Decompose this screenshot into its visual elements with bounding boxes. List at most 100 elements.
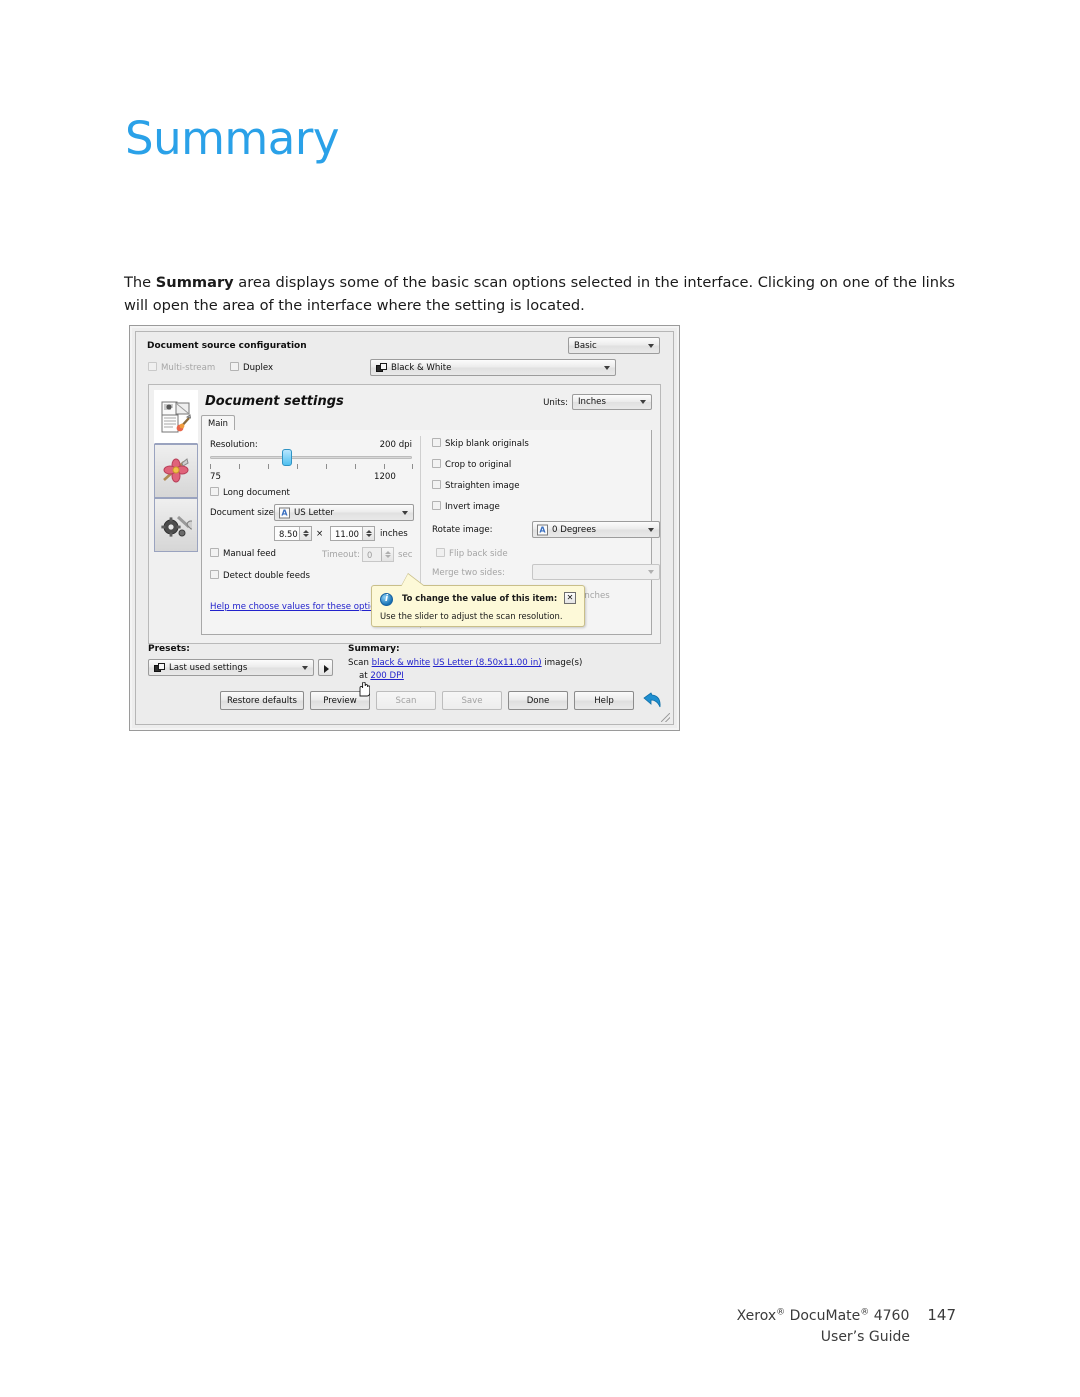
- document-settings-panel: Document settings Units: Inches Main Res…: [148, 384, 661, 644]
- detect-double-feeds-checkbox[interactable]: [210, 570, 219, 579]
- duplex-checkbox[interactable]: [229, 362, 239, 371]
- settings-tabstrip: Main: [201, 415, 652, 431]
- manual-feed-label: Manual feed: [223, 549, 277, 559]
- close-icon[interactable]: ✕: [564, 592, 576, 604]
- summary-line-two: at 200 DPI: [348, 670, 582, 682]
- help-button[interactable]: Help: [574, 691, 634, 710]
- long-document-checkbox-item[interactable]: Long document: [210, 487, 290, 498]
- rotate-icon: A: [537, 524, 548, 535]
- straighten-image-checkbox-item[interactable]: Straighten image: [432, 480, 520, 491]
- stepper-arrows-icon[interactable]: [362, 527, 374, 540]
- flip-back-side-checkbox[interactable]: [436, 548, 445, 557]
- multistream-checkbox[interactable]: [148, 362, 157, 371]
- straighten-image-checkbox[interactable]: [432, 480, 441, 489]
- summary-color-mode-link[interactable]: black & white: [372, 658, 431, 668]
- crop-to-original-checkbox[interactable]: [432, 459, 441, 468]
- duplex-label: Duplex: [242, 363, 274, 373]
- invert-image-label: Invert image: [445, 502, 500, 512]
- merge-two-sides-dropdown[interactable]: [532, 564, 660, 580]
- page-size-icon: A: [279, 507, 290, 518]
- dialog-inner-frame: Document source configuration Basic Mult…: [135, 331, 674, 725]
- tab-main[interactable]: Main: [201, 415, 235, 431]
- timeout-stepper[interactable]: 0: [362, 547, 394, 562]
- size-multiply-symbol: ×: [316, 529, 324, 539]
- manual-feed-checkbox[interactable]: [210, 548, 219, 557]
- footer-guide-label: User’s Guide: [820, 1329, 910, 1346]
- intro-text-before: The: [124, 273, 156, 291]
- chevron-down-icon: [648, 527, 654, 532]
- long-document-checkbox[interactable]: [210, 487, 219, 496]
- save-button: Save: [442, 691, 502, 710]
- restore-defaults-button[interactable]: Restore defaults: [219, 691, 304, 710]
- height-threshold-units: inches: [582, 591, 610, 601]
- tooltip-body: Use the slider to adjust the scan resolu…: [380, 611, 563, 621]
- scan-button: Scan: [376, 691, 436, 710]
- units-dropdown[interactable]: Inches: [572, 394, 652, 410]
- main-tab-body: Resolution: 200 dpi 75 1200 Long documen…: [201, 430, 660, 635]
- multistream-checkbox-item[interactable]: Multi-stream: [148, 362, 215, 373]
- footer-product: DocuMate: [789, 1307, 861, 1324]
- chevron-down-icon: [640, 400, 646, 404]
- resolution-value: 200 dpi: [379, 440, 412, 450]
- summary-text: Scan black & white US Letter (8.50x11.00…: [348, 657, 582, 682]
- chevron-down-icon: [648, 343, 654, 348]
- config-mode-value: Basic: [574, 340, 597, 351]
- gear-wrench-glyph: [161, 515, 192, 537]
- invert-image-checkbox-item[interactable]: Invert image: [432, 501, 500, 512]
- manual-feed-checkbox-item[interactable]: Manual feed: [210, 548, 276, 559]
- image-enhancements-icon[interactable]: [154, 444, 198, 498]
- rotate-image-dropdown[interactable]: A 0 Degrees: [532, 521, 660, 538]
- invert-image-checkbox[interactable]: [432, 501, 441, 510]
- summary-page-size-link[interactable]: US Letter (8.50x11.00 in): [433, 658, 542, 668]
- document-settings-icon[interactable]: [154, 390, 198, 444]
- multistream-label: Multi-stream: [161, 363, 216, 373]
- intro-paragraph: The Summary area displays some of the ba…: [124, 271, 956, 318]
- page-footer: Xerox® DocuMate® 4760 147 User’s Guide: [737, 1304, 956, 1349]
- resolution-max-label: 1200: [374, 472, 396, 482]
- flip-back-side-checkbox-item[interactable]: Flip back side: [436, 548, 508, 559]
- registered-mark-icon: ®: [776, 1306, 786, 1317]
- document-width-stepper[interactable]: 8.50: [274, 526, 312, 541]
- help-choose-values-link[interactable]: Help me choose values for these options: [210, 602, 385, 612]
- detect-double-feeds-checkbox-item[interactable]: Detect double feeds: [210, 570, 310, 581]
- footer-model: 4760: [873, 1307, 910, 1324]
- scanner-interface-dialog: Document source configuration Basic Mult…: [129, 325, 680, 731]
- intro-bold-term: Summary: [155, 273, 234, 291]
- summary-suffix: image(s): [541, 658, 583, 669]
- stepper-arrows-icon[interactable]: [381, 548, 393, 561]
- done-button[interactable]: Done: [508, 691, 568, 710]
- skip-blank-originals-checkbox[interactable]: [432, 438, 441, 447]
- stepper-arrows-icon[interactable]: [299, 527, 311, 540]
- presets-next-button[interactable]: [318, 659, 333, 676]
- duplex-checkbox-item[interactable]: Duplex: [229, 362, 274, 373]
- document-size-units: inches: [380, 529, 408, 539]
- back-arrow-icon[interactable]: [643, 691, 663, 710]
- resize-grip[interactable]: [661, 713, 670, 722]
- summary-dpi-link[interactable]: 200 DPI: [370, 671, 403, 681]
- units-value: Inches: [578, 397, 606, 407]
- skip-blank-originals-label: Skip blank originals: [445, 439, 529, 449]
- straighten-image-label: Straighten image: [445, 481, 520, 491]
- resolution-min-label: 75: [210, 472, 221, 482]
- color-mode-dropdown[interactable]: Black & White: [370, 359, 616, 376]
- driver-configuration-icon[interactable]: [154, 498, 198, 552]
- page-number: 147: [927, 1305, 956, 1324]
- page-title: Summary: [125, 112, 339, 165]
- crop-to-original-checkbox-item[interactable]: Crop to original: [432, 459, 511, 470]
- resolution-slider-track[interactable]: [210, 456, 412, 459]
- rotate-image-label: Rotate image:: [432, 525, 493, 535]
- skip-blank-originals-checkbox-item[interactable]: Skip blank originals: [432, 438, 529, 449]
- document-height-stepper[interactable]: 11.00: [330, 526, 375, 541]
- chevron-down-icon: [402, 510, 408, 515]
- flower-brush-glyph: [163, 458, 189, 483]
- resolution-slider-ticks: [210, 464, 414, 470]
- config-mode-dropdown[interactable]: Basic: [568, 337, 660, 354]
- footer-brand: Xerox: [736, 1307, 777, 1324]
- summary-at-prefix: at: [359, 670, 371, 681]
- document-size-dropdown[interactable]: A US Letter: [274, 504, 414, 521]
- settings-panel-title: Document settings: [205, 394, 344, 409]
- presets-dropdown[interactable]: Last used settings: [148, 659, 314, 676]
- presets-label: Presets:: [148, 644, 190, 654]
- timeout-label: Timeout:: [322, 550, 361, 560]
- merge-two-sides-label: Merge two sides:: [432, 568, 505, 578]
